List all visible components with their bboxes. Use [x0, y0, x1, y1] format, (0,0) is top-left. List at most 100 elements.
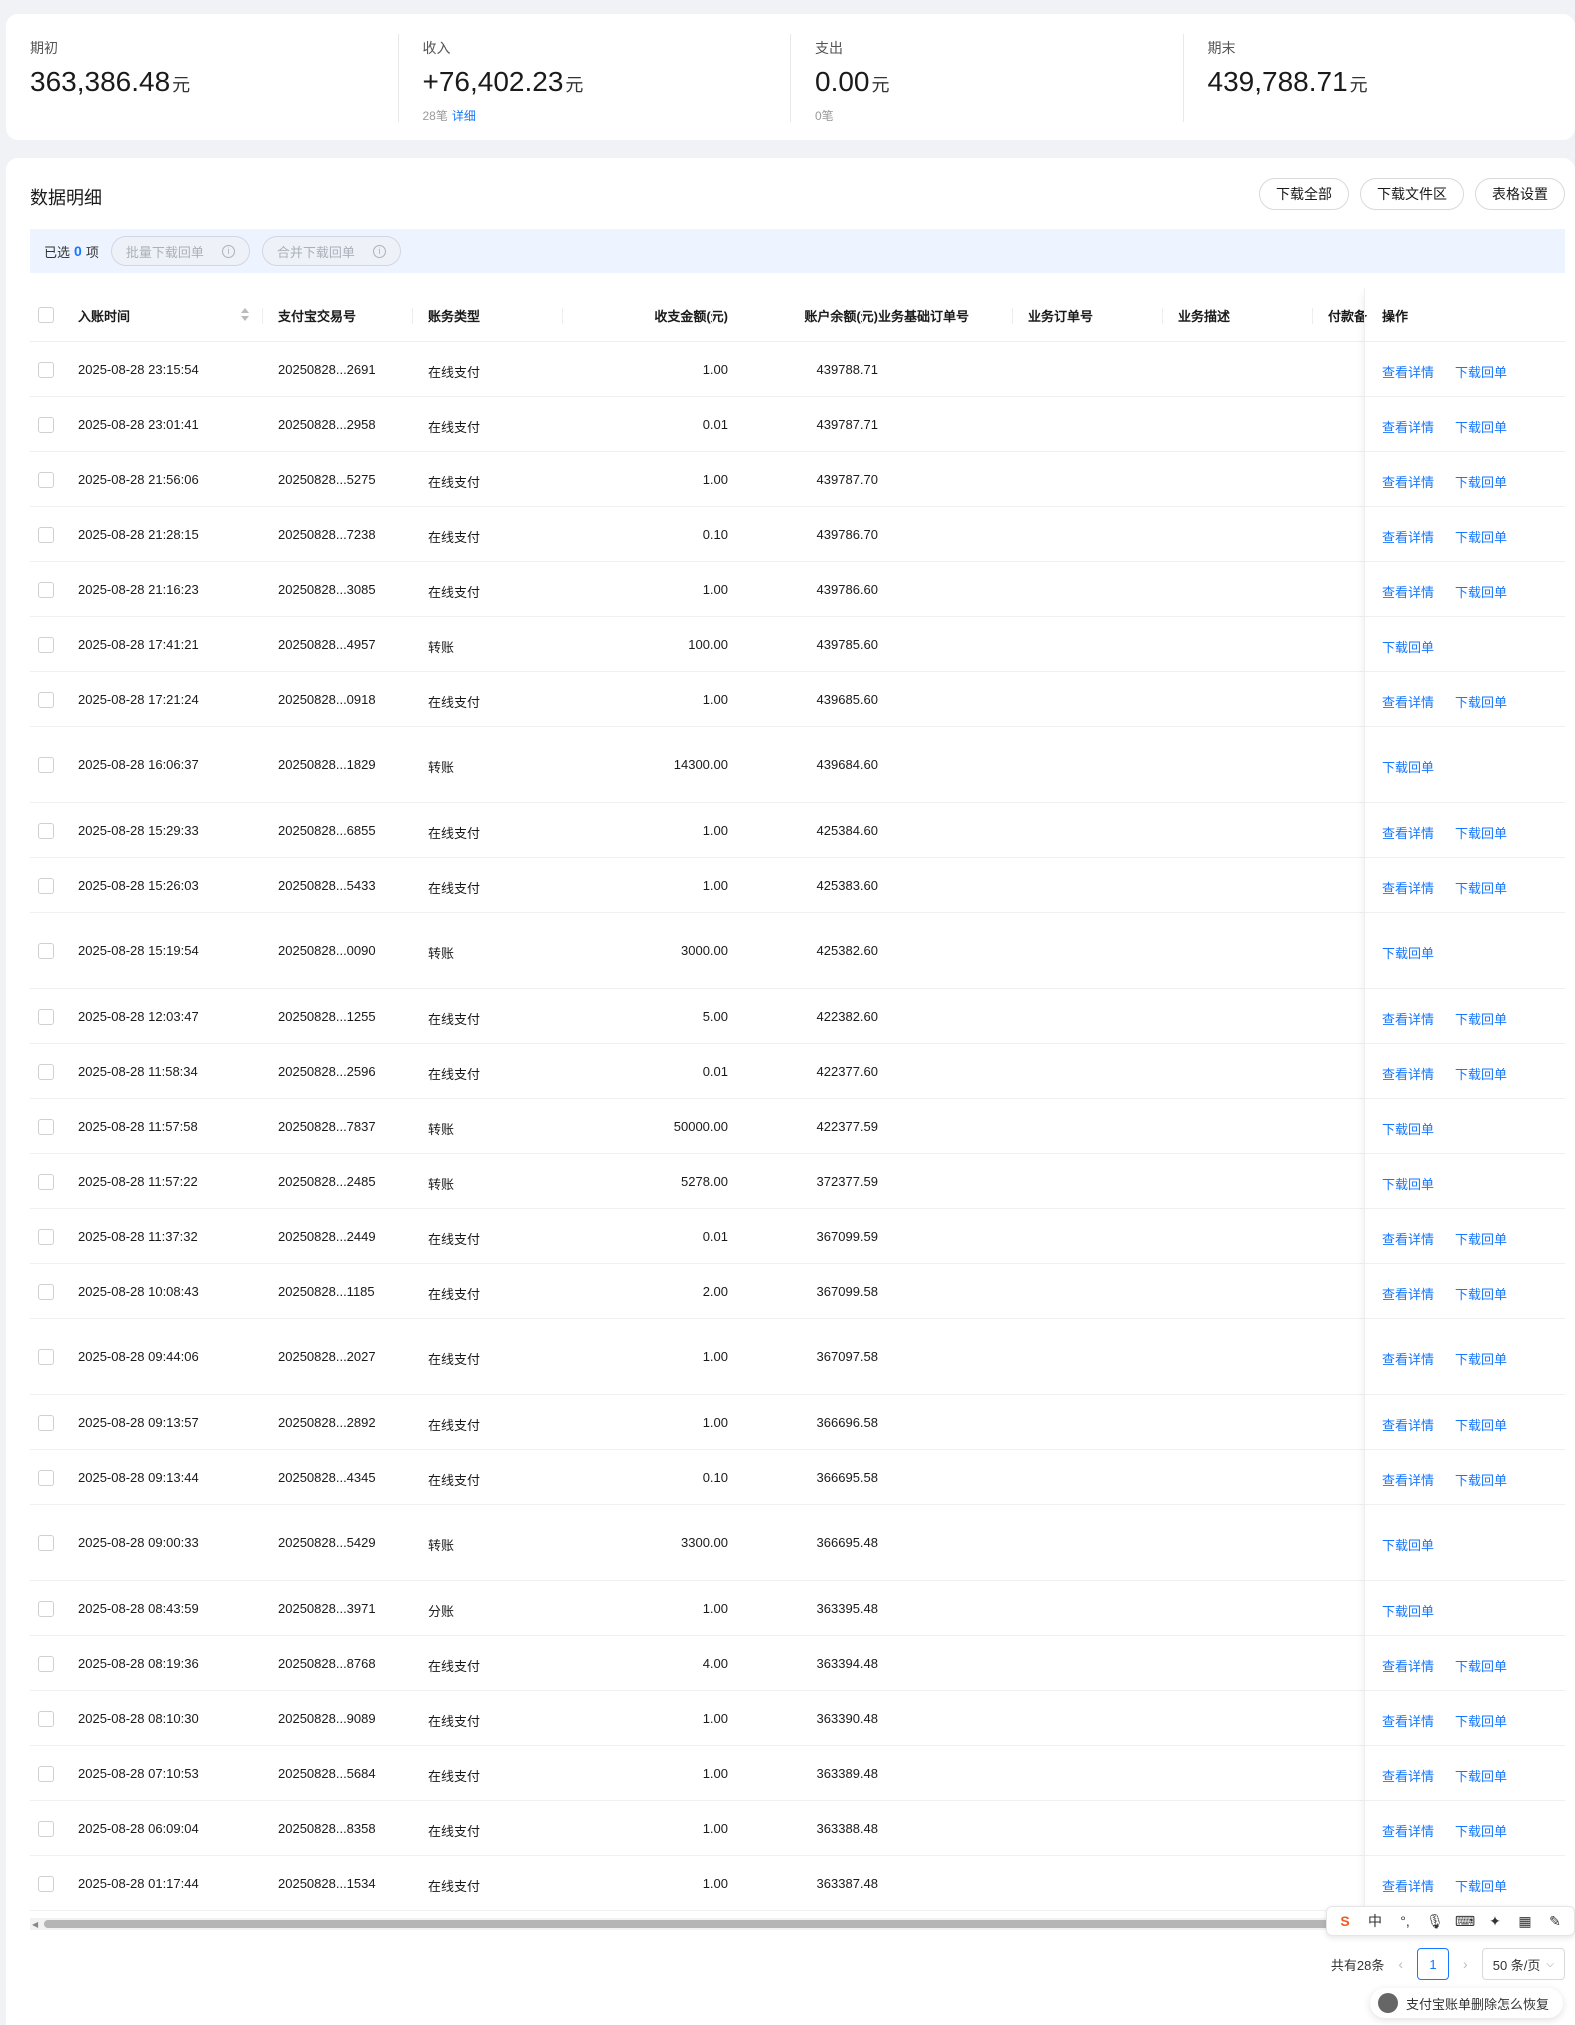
- download-receipt-link[interactable]: 下载回单: [1455, 1009, 1507, 1028]
- scroll-left-icon[interactable]: ◀: [32, 1920, 38, 1929]
- download-receipt-link[interactable]: 下载回单: [1455, 1284, 1507, 1303]
- page-1[interactable]: 1: [1417, 1948, 1450, 1980]
- download-receipt-link[interactable]: 下载回单: [1455, 582, 1507, 601]
- view-detail-link[interactable]: 查看详情: [1382, 1656, 1434, 1675]
- row-checkbox[interactable]: [38, 472, 54, 488]
- row-checkbox[interactable]: [38, 362, 54, 378]
- download-receipt-link[interactable]: 下载回单: [1455, 878, 1507, 897]
- view-detail-link[interactable]: 查看详情: [1382, 692, 1434, 711]
- download-receipt-link[interactable]: 下载回单: [1382, 757, 1434, 776]
- help-chip[interactable]: 支付宝账单删除怎么恢复: [1370, 1988, 1564, 2018]
- sort-icon[interactable]: [240, 308, 250, 322]
- view-detail-link[interactable]: 查看详情: [1382, 362, 1434, 381]
- batch-download-button[interactable]: 批量下载回单 i: [110, 236, 250, 266]
- download-receipt-link[interactable]: 下载回单: [1382, 1535, 1434, 1554]
- select-all-checkbox[interactable]: [38, 307, 54, 323]
- row-checkbox[interactable]: [38, 1656, 54, 1672]
- row-checkbox[interactable]: [38, 1821, 54, 1837]
- download-receipt-link[interactable]: 下载回单: [1455, 1876, 1507, 1895]
- download-receipt-link[interactable]: 下载回单: [1455, 1064, 1507, 1083]
- row-checkbox[interactable]: [38, 417, 54, 433]
- column-divider[interactable]: [262, 308, 263, 324]
- download-folder-button[interactable]: 下载文件区: [1360, 178, 1464, 210]
- column-divider[interactable]: [1162, 308, 1163, 324]
- download-receipt-link[interactable]: 下载回单: [1455, 1229, 1507, 1248]
- download-receipt-link[interactable]: 下载回单: [1455, 1656, 1507, 1675]
- col-time-header[interactable]: 入账时间: [78, 306, 238, 325]
- download-receipt-link[interactable]: 下载回单: [1455, 1821, 1507, 1840]
- download-receipt-link[interactable]: 下载回单: [1382, 1119, 1434, 1138]
- row-checkbox[interactable]: [38, 582, 54, 598]
- view-detail-link[interactable]: 查看详情: [1382, 417, 1434, 436]
- download-receipt-link[interactable]: 下载回单: [1382, 943, 1434, 962]
- scroll-thumb[interactable]: [44, 1920, 1354, 1928]
- row-checkbox[interactable]: [38, 527, 54, 543]
- row-checkbox[interactable]: [38, 1009, 54, 1025]
- view-detail-link[interactable]: 查看详情: [1382, 1349, 1434, 1368]
- download-receipt-link[interactable]: 下载回单: [1455, 472, 1507, 491]
- download-receipt-link[interactable]: 下载回单: [1382, 1174, 1434, 1193]
- download-receipt-link[interactable]: 下载回单: [1455, 362, 1507, 381]
- chinese-mode-icon[interactable]: 中: [1365, 1911, 1385, 1931]
- view-detail-link[interactable]: 查看详情: [1382, 1415, 1434, 1434]
- row-checkbox[interactable]: [38, 1349, 54, 1365]
- column-divider[interactable]: [712, 308, 713, 324]
- table-settings-button[interactable]: 表格设置: [1475, 178, 1565, 210]
- download-receipt-link[interactable]: 下载回单: [1455, 527, 1507, 546]
- view-detail-link[interactable]: 查看详情: [1382, 1229, 1434, 1248]
- row-checkbox[interactable]: [38, 757, 54, 773]
- pen-icon[interactable]: ✎: [1545, 1913, 1565, 1930]
- row-checkbox[interactable]: [38, 637, 54, 653]
- download-receipt-link[interactable]: 下载回单: [1382, 1601, 1434, 1620]
- download-receipt-link[interactable]: 下载回单: [1455, 1415, 1507, 1434]
- row-checkbox[interactable]: [38, 823, 54, 839]
- row-checkbox[interactable]: [38, 692, 54, 708]
- detail-link[interactable]: 详细: [452, 109, 476, 123]
- row-checkbox[interactable]: [38, 1601, 54, 1617]
- column-divider[interactable]: [1312, 308, 1313, 324]
- column-divider[interactable]: [862, 308, 863, 324]
- download-receipt-link[interactable]: 下载回单: [1382, 637, 1434, 656]
- page-size-select[interactable]: 50 条/页 ⌵: [1481, 1948, 1565, 1980]
- row-checkbox[interactable]: [38, 878, 54, 894]
- download-receipt-link[interactable]: 下载回单: [1455, 1349, 1507, 1368]
- view-detail-link[interactable]: 查看详情: [1382, 472, 1434, 491]
- view-detail-link[interactable]: 查看详情: [1382, 1766, 1434, 1785]
- view-detail-link[interactable]: 查看详情: [1382, 582, 1434, 601]
- merge-download-button[interactable]: 合并下载回单 i: [261, 236, 401, 266]
- row-checkbox[interactable]: [38, 1229, 54, 1245]
- download-receipt-link[interactable]: 下载回单: [1455, 1470, 1507, 1489]
- column-divider[interactable]: [1012, 308, 1013, 324]
- row-checkbox[interactable]: [38, 1174, 54, 1190]
- row-checkbox[interactable]: [38, 1415, 54, 1431]
- view-detail-link[interactable]: 查看详情: [1382, 823, 1434, 842]
- view-detail-link[interactable]: 查看详情: [1382, 1009, 1434, 1028]
- download-receipt-link[interactable]: 下载回单: [1455, 417, 1507, 436]
- view-detail-link[interactable]: 查看详情: [1382, 1064, 1434, 1083]
- sogou-logo-icon[interactable]: S: [1335, 1913, 1355, 1929]
- download-all-button[interactable]: 下载全部: [1259, 178, 1349, 210]
- next-page-icon[interactable]: ›: [1463, 1956, 1468, 1972]
- download-receipt-link[interactable]: 下载回单: [1455, 823, 1507, 842]
- punctuation-icon[interactable]: °,: [1395, 1913, 1415, 1929]
- download-receipt-link[interactable]: 下载回单: [1455, 692, 1507, 711]
- view-detail-link[interactable]: 查看详情: [1382, 1711, 1434, 1730]
- skin-icon[interactable]: ✦: [1485, 1913, 1505, 1930]
- row-checkbox[interactable]: [38, 1766, 54, 1782]
- download-receipt-link[interactable]: 下载回单: [1455, 1711, 1507, 1730]
- view-detail-link[interactable]: 查看详情: [1382, 1821, 1434, 1840]
- row-checkbox[interactable]: [38, 1711, 54, 1727]
- grid-icon[interactable]: ▦: [1515, 1913, 1535, 1930]
- row-checkbox[interactable]: [38, 1119, 54, 1135]
- row-checkbox[interactable]: [38, 1064, 54, 1080]
- row-checkbox[interactable]: [38, 1876, 54, 1892]
- view-detail-link[interactable]: 查看详情: [1382, 1876, 1434, 1895]
- microphone-icon[interactable]: 🎙: [1425, 1913, 1445, 1930]
- row-checkbox[interactable]: [38, 1535, 54, 1551]
- view-detail-link[interactable]: 查看详情: [1382, 1470, 1434, 1489]
- prev-page-icon[interactable]: ‹: [1398, 1956, 1403, 1972]
- column-divider[interactable]: [562, 308, 563, 324]
- download-receipt-link[interactable]: 下载回单: [1455, 1766, 1507, 1785]
- row-checkbox[interactable]: [38, 1470, 54, 1486]
- view-detail-link[interactable]: 查看详情: [1382, 527, 1434, 546]
